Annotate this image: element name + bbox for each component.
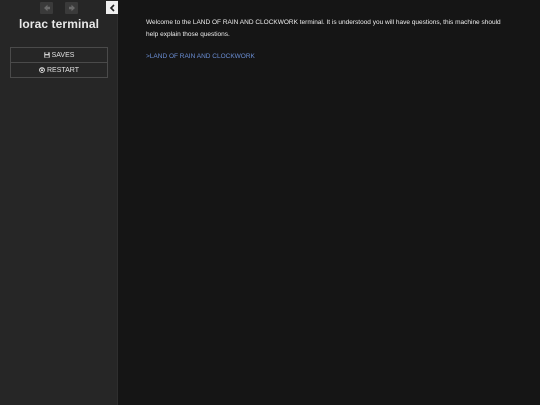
sidebar-menu: SAVES RESTART	[10, 47, 108, 78]
restart-button[interactable]: RESTART	[10, 63, 108, 78]
passage-text: Welcome to the LAND OF RAIN AND CLOCKWOR…	[146, 19, 501, 38]
saves-button[interactable]: SAVES	[10, 48, 108, 63]
arrow-left-icon	[43, 4, 50, 12]
story-title: lorac terminal	[18, 17, 100, 31]
save-icon	[43, 52, 50, 58]
story-link[interactable]: >LAND OF RAIN AND CLOCKWORK	[146, 53, 255, 60]
forward-button[interactable]	[65, 2, 78, 14]
sidebar: lorac terminal SAVES RESTART	[0, 0, 118, 405]
passage-area: Welcome to the LAND OF RAIN AND CLOCKWOR…	[119, 0, 540, 405]
power-icon	[39, 67, 45, 73]
app: lorac terminal SAVES RESTART Welcome to …	[0, 0, 540, 405]
history-nav	[40, 2, 78, 14]
collapse-sidebar-button[interactable]	[106, 1, 118, 14]
chevron-left-icon	[109, 3, 115, 12]
saves-label: SAVES	[51, 51, 75, 59]
arrow-right-icon	[68, 4, 75, 12]
back-button[interactable]	[40, 2, 53, 14]
restart-label: RESTART	[46, 66, 80, 74]
